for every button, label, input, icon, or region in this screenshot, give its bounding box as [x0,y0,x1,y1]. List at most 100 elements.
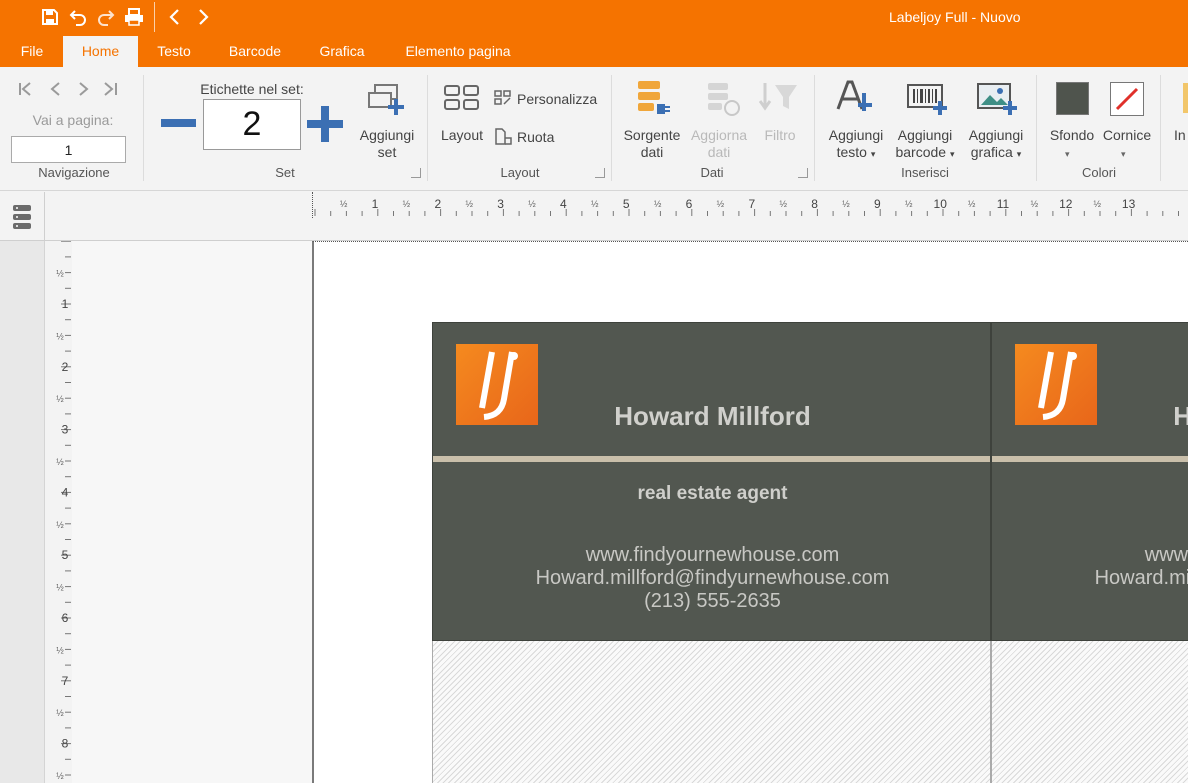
ruler-half-mark: ½ [403,199,411,209]
undo-button[interactable] [64,3,92,31]
group-label-dati: Dati [700,165,724,180]
sorgente-label-line2: dati [640,144,664,160]
toolbar-separator [154,2,155,32]
ruler-number: 4 [560,197,567,211]
ruler-half-mark: ½ [591,199,599,209]
plus-icon[interactable] [306,105,344,143]
add-barcode-label-line2: barcode [895,144,947,160]
tab-home[interactable]: Home [63,36,138,67]
ruler-bar: 1 ½ 2 ½ 3 ½ 4 ½ 5 ½ 6 ½ 7 ½ 8 ½ 9 ½ 10 ½ 11 ½ 12 ½ 13 ½ [0,192,1188,241]
group-separator [143,75,144,181]
ruler-half-mark: ½ [968,199,976,209]
layout-dialog-launcher[interactable] [595,168,605,178]
ribbon-tabs: File Home Testo Barcode Grafica Elemento… [0,36,1188,67]
background-color-swatch[interactable] [1056,82,1089,115]
ruler-half-mark: ½ [717,199,725,209]
workspace-margin [72,241,312,783]
empty-label-slot[interactable] [432,641,991,783]
group-separator [1160,75,1161,181]
card-phone: (213) 555-2635 [644,590,781,612]
group-separator [814,75,815,181]
card-divider [992,456,1188,462]
ruler-half-mark: ½ [56,708,64,718]
left-gutter [0,241,45,783]
previous-button[interactable] [161,3,189,31]
ruler-half-mark: ½ [56,583,64,593]
label-card[interactable]: Howard Millford real estate agent www.fi… [432,322,991,641]
ruler-half-mark: ½ [842,199,850,209]
group-label-layout: Layout [500,165,540,180]
group-label-inserisci: Inserisci [901,165,949,180]
tab-barcode[interactable]: Barcode [216,36,294,67]
goto-page-input[interactable] [11,136,126,163]
set-dialog-launcher[interactable] [411,168,421,178]
chevron-left-icon [169,9,179,25]
label-card[interactable]: Howard Millford real estate agent www.fi… [991,322,1188,641]
save-icon [42,9,58,25]
aggiorna-label-line2: dati [707,144,731,160]
add-text-button[interactable]: Aggiungi testo ▾ [820,127,892,163]
ruota-button[interactable]: Ruota [517,129,554,146]
personalizza-button[interactable]: Personalizza [517,91,597,108]
ruler-number: 4 [62,485,69,499]
card-website: www.findyournewhouse.com [585,544,840,566]
sorgente-label-line1: Sorgente [623,127,681,143]
add-barcode-button[interactable]: Aggiungi barcode ▾ [888,127,962,163]
tab-file[interactable]: File [10,36,54,67]
chevron-down-icon[interactable]: ▾ [1065,149,1070,160]
ruler-number: 3 [62,423,69,437]
ruler-half-mark: ½ [528,199,536,209]
add-graphic-label-line2: grafica [970,144,1013,160]
horizontal-ruler-ticks: 1 ½ 2 ½ 3 ½ 4 ½ 5 ½ 6 ½ 7 ½ 8 ½ 9 ½ 10 ½ 11 ½ 12 ½ 13 ½ [314,197,1179,216]
ruler-half-mark: ½ [56,645,64,655]
printer-icon [125,8,143,26]
window-title: Labeljoy Full - Nuovo [889,9,1021,25]
add-set-label-line1: Aggiungi [359,127,415,143]
save-button[interactable] [36,3,64,31]
border-color-swatch[interactable] [1110,82,1144,116]
chevron-down-icon[interactable]: ▾ [1121,149,1126,160]
undo-icon [69,10,86,26]
page-navigation-icons[interactable] [17,81,127,97]
tab-elemento-pagina[interactable]: Elemento pagina [391,36,525,67]
overflow-button[interactable]: In [1174,127,1186,144]
sfondo-button[interactable]: Sfondo [1044,127,1100,144]
print-button[interactable] [120,3,148,31]
aggiorna-dati-button[interactable]: Aggiorna dati [684,127,754,161]
next-button[interactable] [189,3,217,31]
sorgente-dati-button[interactable]: Sorgente dati [618,127,686,161]
filter-icon [759,83,797,111]
add-set-button[interactable]: Aggiungi set [352,127,422,161]
ruler-half-mark: ½ [654,199,662,209]
ruler-corner[interactable] [0,192,45,241]
minus-icon[interactable] [160,115,197,131]
empty-label-slot[interactable] [991,641,1188,783]
add-graphic-button[interactable]: Aggiungi grafica ▾ [961,127,1031,163]
vertical-ruler-ticks: 1 ½ 2 ½ 3 ½ 4 ½ 5 ½ 6 ½ 7 ½ 8 ½ ½ [56,240,71,781]
card-website: www.findyournewhouse.com [1144,544,1188,566]
title-bar: Labeljoy Full - Nuovo [0,0,1188,36]
ruler-number: 9 [874,197,881,211]
add-graphic-icon [977,83,1017,115]
card-email: Howard.millford@findyurnewhouse.com [535,567,890,589]
ruler-number: 1 [62,297,69,311]
horizontal-ruler: 1 ½ 2 ½ 3 ½ 4 ½ 5 ½ 6 ½ 7 ½ 8 ½ 9 ½ 10 ½ 11 ½ 12 ½ 13 ½ [312,192,1188,218]
card-name: Howard Millford [614,401,811,431]
ruler-number: 7 [748,197,755,211]
ruler-half-mark: ½ [56,771,64,781]
add-text-label-line2: testo [836,144,867,160]
ruler-half-mark: ½ [56,331,64,341]
label-sheet-canvas[interactable]: Howard Millford real estate agent www.fi… [312,241,1188,783]
group-separator [427,75,428,181]
ruler-half-mark: ½ [56,457,64,467]
cornice-button[interactable]: Cornice [1100,127,1154,144]
ruler-half-mark: ½ [340,199,348,209]
redo-button[interactable] [92,3,120,31]
layout-button[interactable]: Layout [436,127,488,144]
tab-testo[interactable]: Testo [146,36,202,67]
dati-dialog-launcher[interactable] [798,168,808,178]
tab-grafica[interactable]: Grafica [307,36,377,67]
filtro-button[interactable]: Filtro [757,127,803,144]
labels-in-set-value[interactable]: 2 [203,99,301,150]
ruler-number: 5 [62,548,69,562]
